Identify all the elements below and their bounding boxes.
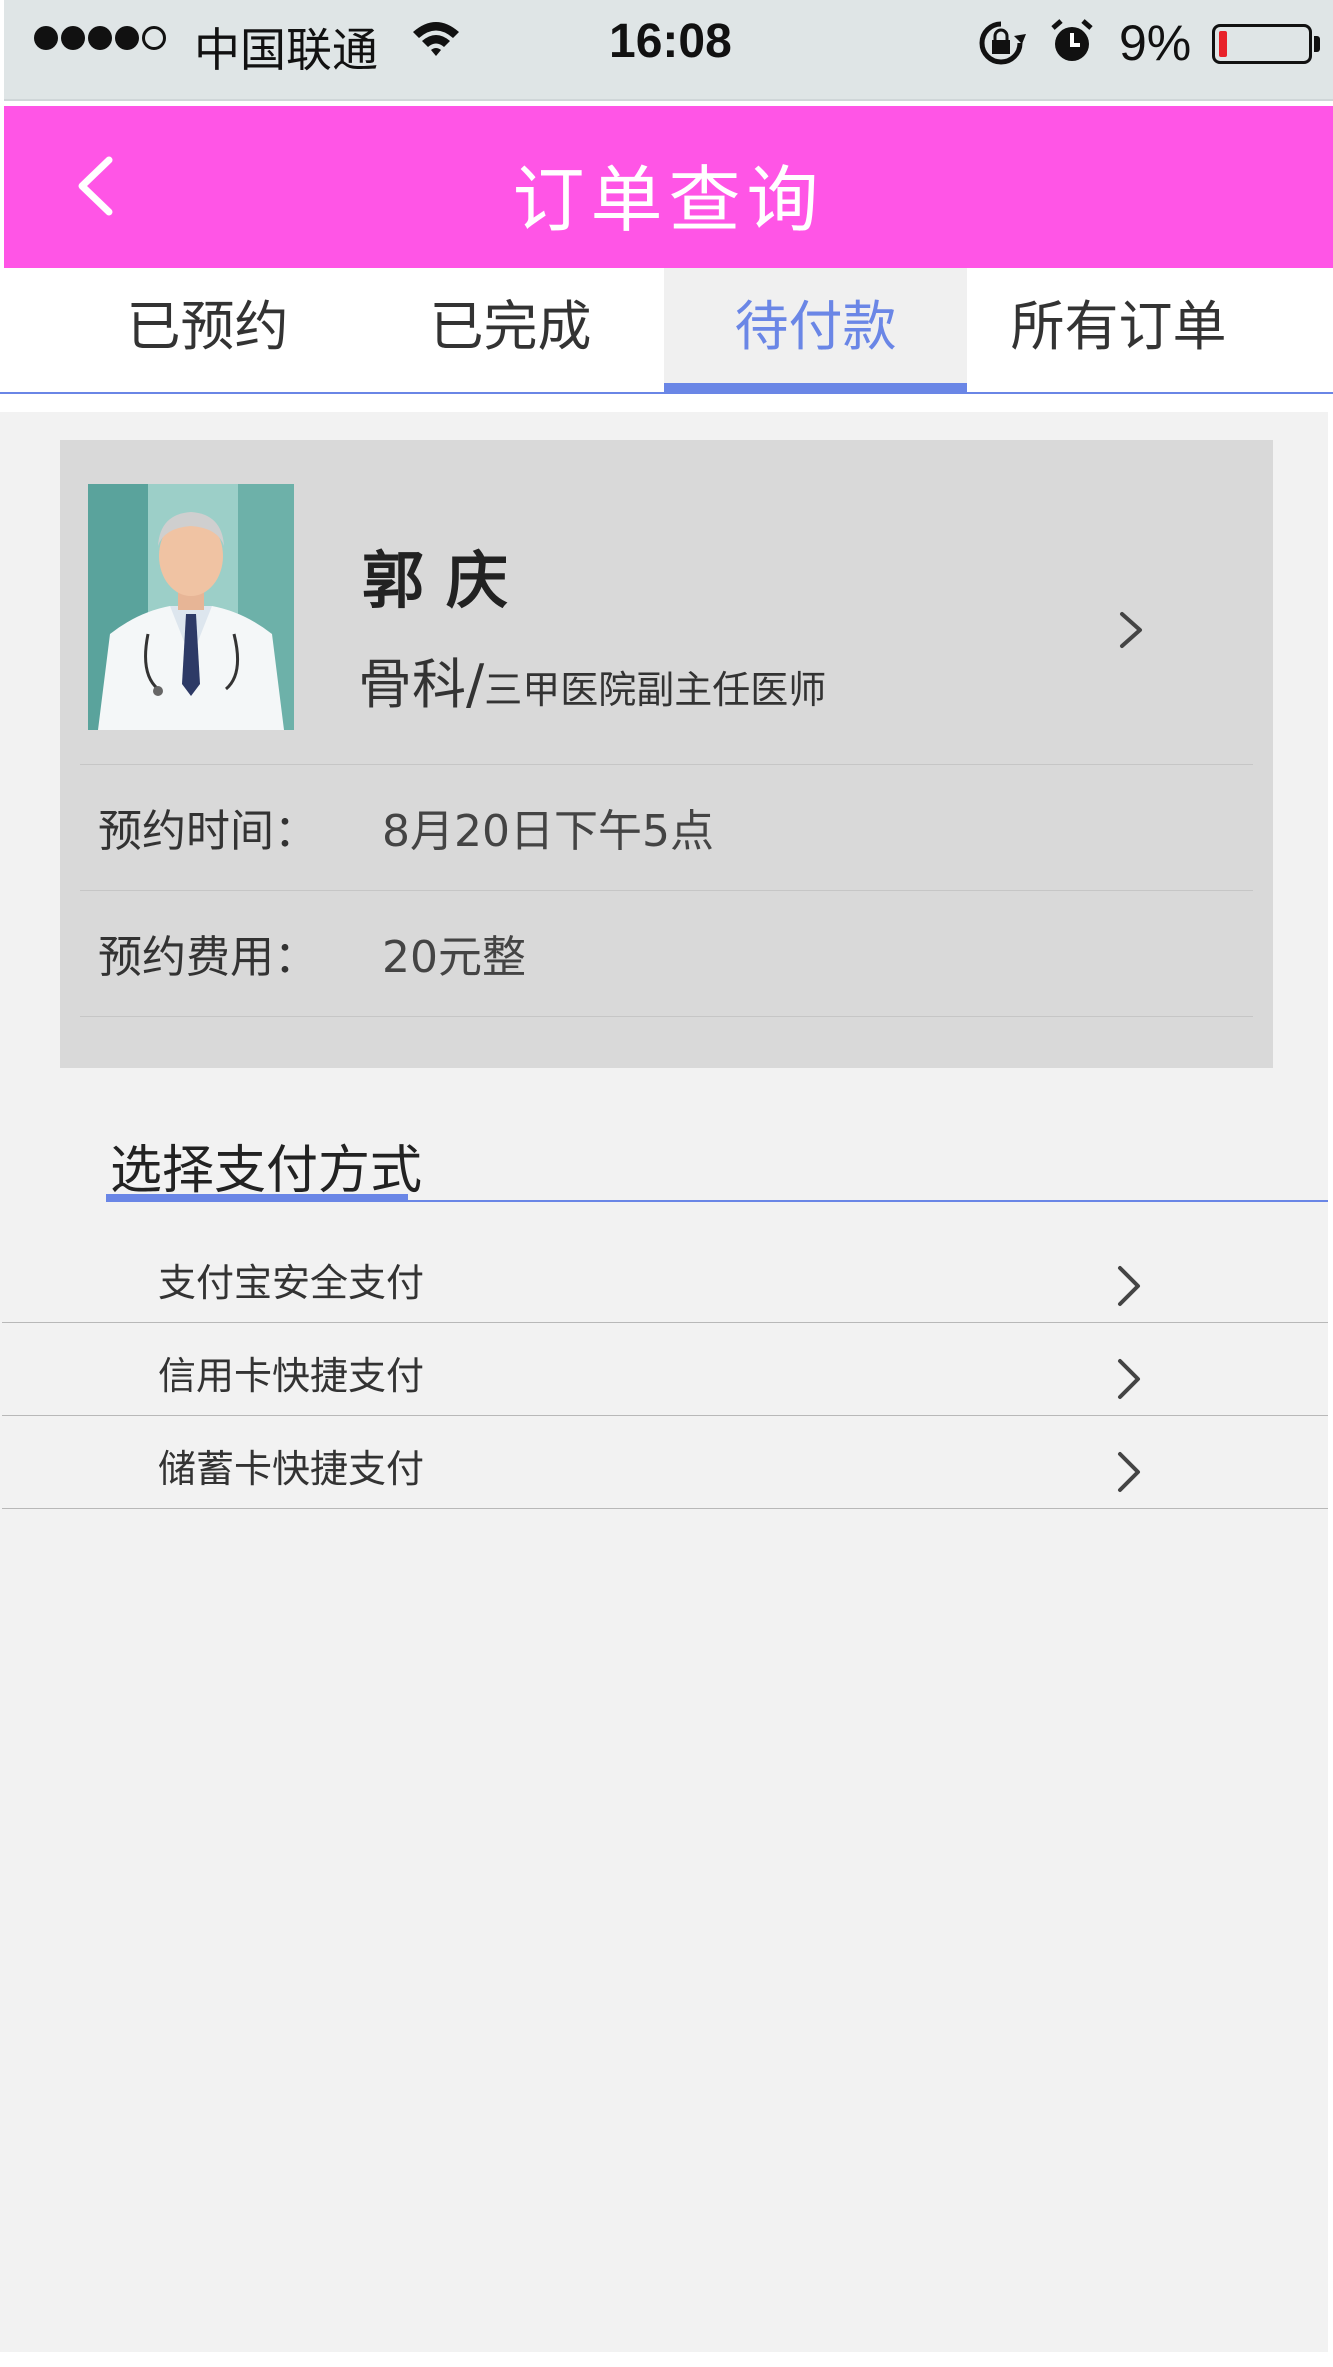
appointment-fee-label: 预约费用： [98,932,318,983]
payment-method-alipay[interactable]: 支付宝安全支付 [2,1230,1328,1323]
alarm-icon [1051,19,1093,61]
order-tabs: 已预约 已完成 待付款 所有订单 [0,268,1333,394]
payment-method-debit-card[interactable]: 储蓄卡快捷支付 [2,1416,1328,1509]
battery-nub [1314,36,1320,52]
header-bar: 订单查询 [4,106,1333,268]
appointment-fee-value: 20元整 [382,932,526,983]
status-time: 16:08 [609,15,732,68]
doctor-title: 三甲医院副主任医师 [484,668,827,712]
card-divider [80,1016,1253,1017]
battery-percent: 9% [1119,15,1192,71]
signal-dots-icon [34,26,166,50]
tab-booked[interactable]: 已预约 [56,268,359,392]
doctor-name: 郭庆 [362,544,531,617]
payment-heading: 选择支付方式 [110,1141,423,1201]
rotation-lock-icon [979,21,1026,65]
status-bar: 中国联通 16:08 9% [4,0,1333,101]
chevron-right-icon [1118,1266,1140,1306]
wifi-icon [413,22,459,56]
chevron-right-icon [1118,1452,1140,1492]
payment-heading-divider [106,1200,1328,1202]
battery-icon [1212,24,1312,64]
order-card[interactable]: 郭庆 骨科/三甲医院副主任医师 预约时间： 8月20日下午5点 预约费用： 20… [60,440,1273,1068]
carrier-name: 中国联通 [194,23,378,77]
doctor-department-line: 骨科/三甲医院副主任医师 [358,640,826,719]
tab-pending-payment[interactable]: 待付款 [664,268,967,392]
doctor-photo [88,484,294,730]
tab-all-orders[interactable]: 所有订单 [967,268,1270,392]
doctor-department: 骨科/ [358,653,485,716]
payment-method-label: 信用卡快捷支付 [158,1354,425,1398]
appointment-fee-row: 预约费用： 20元整 [80,890,1253,1017]
payment-method-label: 储蓄卡快捷支付 [158,1447,425,1491]
payment-method-credit-card[interactable]: 信用卡快捷支付 [2,1323,1328,1416]
tab-completed[interactable]: 已完成 [359,268,662,392]
payment-method-label: 支付宝安全支付 [158,1261,425,1305]
appointment-time-label: 预约时间： [98,806,318,857]
chevron-right-icon [1118,1359,1140,1399]
appointment-time-value: 8月20日下午5点 [382,806,714,857]
appointment-time-row: 预约时间： 8月20日下午5点 [80,764,1253,891]
chevron-right-icon[interactable] [1110,600,1150,660]
battery-level [1219,31,1227,57]
page-title: 订单查询 [512,158,825,242]
